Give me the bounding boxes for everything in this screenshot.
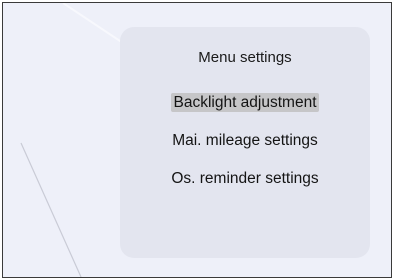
menu-item-backlight-adjustment[interactable]: Backlight adjustment: [120, 93, 370, 113]
menu-settings-panel: Menu settings Backlight adjustment Mai. …: [120, 27, 370, 258]
menu-title: Menu settings: [198, 49, 292, 66]
device-screen: Menu settings Backlight adjustment Mai. …: [2, 2, 392, 278]
menu-item-label: Mai. mileage settings: [172, 132, 318, 149]
decorative-line: [20, 142, 82, 277]
menu-item-label: Os. reminder settings: [171, 170, 319, 187]
menu-item-reminder-settings[interactable]: Os. reminder settings: [120, 169, 370, 189]
menu-item-label: Backlight adjustment: [171, 93, 319, 112]
menu-item-mileage-settings[interactable]: Mai. mileage settings: [120, 131, 370, 151]
decorative-line: [62, 3, 124, 44]
